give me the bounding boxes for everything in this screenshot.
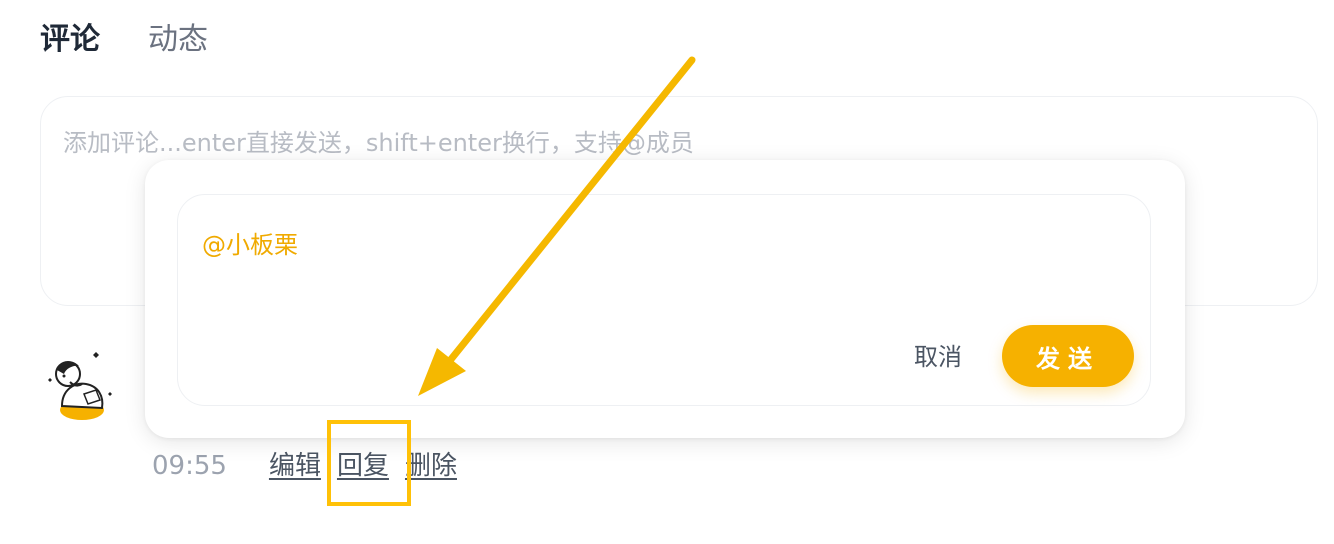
delete-link[interactable]: 删除 — [405, 446, 457, 486]
edit-link[interactable]: 编辑 — [269, 446, 321, 486]
tab-bar: 评论 动态 — [40, 18, 208, 62]
send-button[interactable]: 发送 — [1002, 325, 1134, 387]
tab-activity[interactable]: 动态 — [148, 18, 208, 62]
comment-panel: 评论 动态 添加评论...enter直接发送，shift+enter换行，支持@… — [0, 0, 1334, 544]
comment-time: 09:55 — [152, 451, 227, 481]
mention-tag: @小板栗 — [202, 231, 298, 259]
annotation-highlight-box — [327, 420, 411, 506]
avatar[interactable] — [40, 344, 120, 424]
comment-meta: 09:55 编辑 回复 删除 — [152, 446, 473, 486]
reply-input[interactable]: @小板栗 取消 发送 — [177, 194, 1151, 406]
cancel-button[interactable]: 取消 — [914, 335, 962, 379]
tab-comments[interactable]: 评论 — [40, 18, 100, 62]
comment-input-placeholder: 添加评论...enter直接发送，shift+enter换行，支持@成员 — [63, 129, 694, 157]
avatar-illustration-icon — [40, 344, 120, 424]
reply-popup: @小板栗 取消 发送 — [145, 160, 1185, 438]
